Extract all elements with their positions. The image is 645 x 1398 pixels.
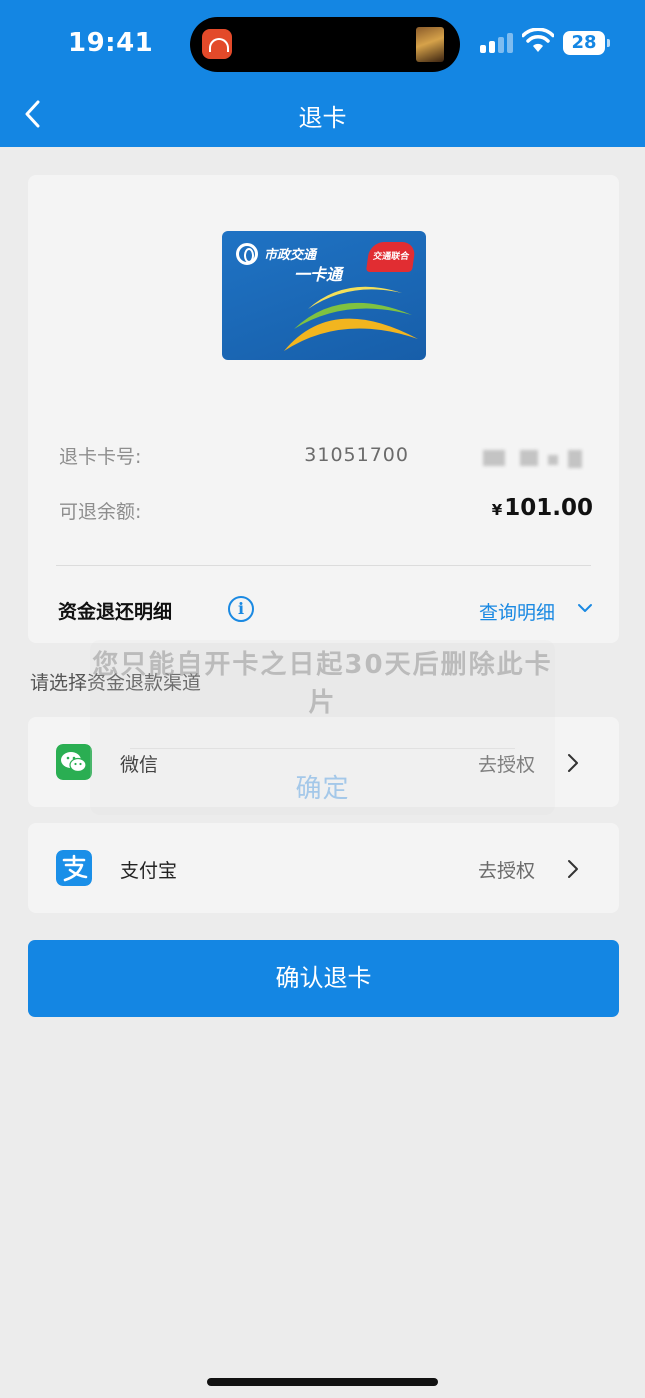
dialog-confirm-button[interactable]: 确定	[90, 768, 555, 805]
card-number-mask	[483, 450, 505, 466]
now-playing-artwork-icon[interactable]	[416, 27, 444, 62]
transit-union-badge: 交通联合	[365, 242, 417, 272]
page-title: 退卡	[298, 104, 347, 132]
card-product-text: 一卡通	[294, 265, 343, 284]
transit-logo-icon	[236, 243, 258, 265]
channel-item-alipay[interactable]: 支付宝 去授权	[28, 823, 619, 913]
wifi-icon	[522, 28, 554, 52]
wechat-icon	[56, 744, 92, 780]
card-number-mask	[548, 455, 558, 465]
info-icon[interactable]: i	[228, 596, 254, 622]
currency-symbol: ¥	[491, 501, 503, 519]
chevron-right-icon[interactable]	[566, 858, 580, 880]
status-time: 19:41	[68, 28, 154, 58]
card-number-mask	[520, 450, 538, 466]
card-info-panel: 市政交通 一卡通 交通联合 退卡卡号: 31051700 可退余额: ¥101.…	[28, 175, 619, 643]
top-header: 19:41 28 退卡	[0, 0, 645, 147]
dynamic-island	[190, 17, 460, 72]
live-activity-app-icon[interactable]	[202, 29, 232, 59]
transit-card-image: 市政交通 一卡通 交通联合	[222, 231, 426, 360]
refund-detail-title: 资金退还明细	[58, 601, 173, 623]
alert-dialog: 您只能自开卡之日起30天后删除此卡片 确定	[90, 640, 555, 815]
refundable-balance-label: 可退余额:	[59, 501, 142, 523]
card-number-mask	[568, 450, 582, 468]
card-number-label: 退卡卡号:	[59, 446, 142, 468]
cellular-signal-icon	[480, 33, 514, 53]
home-indicator[interactable]	[207, 1378, 438, 1386]
query-detail-link[interactable]: 查询明细	[479, 598, 555, 625]
refundable-amount: 101.00	[504, 495, 593, 521]
authorize-link[interactable]: 去授权	[478, 856, 535, 883]
confirm-return-card-button[interactable]: 确认退卡	[28, 940, 619, 1017]
chevron-down-icon[interactable]	[576, 599, 594, 617]
channel-name: 支付宝	[120, 860, 178, 882]
card-number-value: 31051700	[304, 444, 409, 466]
battery-indicator: 28	[563, 31, 610, 55]
dialog-message: 您只能自开卡之日起30天后删除此卡片	[92, 650, 553, 718]
alipay-icon	[56, 850, 92, 886]
dialog-divider	[130, 748, 515, 749]
chevron-right-icon[interactable]	[566, 752, 580, 774]
refundable-balance-value: ¥101.00	[492, 495, 593, 521]
divider	[56, 565, 591, 566]
